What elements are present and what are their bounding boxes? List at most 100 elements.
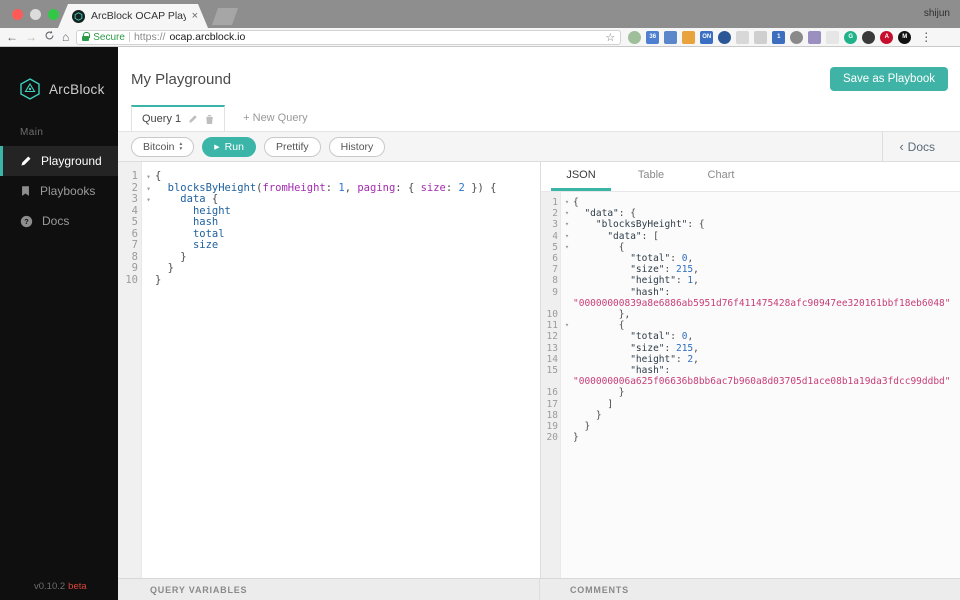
fold-arrow-icon[interactable]: ▾ [142,171,155,183]
line-number: 1 [552,197,558,208]
code-line[interactable]: 1 ▾{ [541,197,960,208]
ext-lightbulb-icon[interactable] [664,30,678,44]
question-circle-icon: ? [20,215,33,227]
ext-globe-icon[interactable] [718,30,732,44]
line-number: 6 [552,253,558,265]
fold-arrow-icon[interactable]: ▾ [561,231,573,242]
code-text: } [573,387,625,399]
ext-grammarly-icon[interactable]: G [844,30,858,44]
code-line[interactable]: 8 "height": 1, [541,275,960,286]
code-line[interactable]: 16 } [541,387,960,398]
ext-m-icon[interactable]: M [898,30,912,44]
code-line[interactable]: 9 } [118,262,540,275]
browser-tab[interactable]: ArcBlock OCAP Playground × [58,4,208,28]
ext-abp-icon[interactable]: A [880,30,894,44]
line-number: 4 [552,230,558,242]
reload-icon[interactable] [44,30,55,43]
fold-arrow-icon[interactable]: ▾ [561,208,573,219]
code-line[interactable]: 3 ▾ "blocksByHeight": { [541,219,960,230]
code-text: { [573,320,625,332]
window-minimize-button[interactable] [30,9,41,20]
sidebar-item-docs[interactable]: ? Docs [0,206,118,236]
tab-table[interactable]: Table [621,162,681,191]
svg-text:?: ? [24,217,29,226]
code-line[interactable]: 12 "total": 0, [541,331,960,342]
ext-on-icon[interactable]: ON [700,30,714,44]
code-line[interactable]: 9 "hash": [541,287,960,298]
bookmark-star-icon[interactable]: ☆ [605,31,615,44]
query-tab[interactable]: Query 1 [131,105,226,131]
browser-menu-icon[interactable]: ⋮ [920,30,932,44]
code-line[interactable]: 5 ▾ { [541,242,960,253]
forward-icon[interactable]: → [25,31,37,43]
ext-amber-icon[interactable] [682,30,696,44]
history-button[interactable]: History [328,136,386,157]
code-line[interactable]: 15 "hash": [541,365,960,376]
code-line[interactable]: 10} [118,274,540,287]
tab-chart[interactable]: Chart [691,162,751,191]
sidebar-item-playground[interactable]: Playground [0,146,118,176]
code-line[interactable]: 7 "size": 215, [541,264,960,275]
code-line[interactable]: 10 }, [541,309,960,320]
code-line[interactable]: 20} [541,432,960,443]
line-number: 2 [131,181,138,194]
code-line[interactable]: 17 ] [541,399,960,410]
comments-bar[interactable]: COMMENTS [540,579,960,600]
code-line[interactable]: 13 "size": 215, [541,343,960,354]
query-editor[interactable]: 1 ▾{2 ▾ blocksByHeight(fromHeight: 1, pagi… [118,162,540,578]
new-query-button[interactable]: + New Query [243,112,308,131]
address-bar[interactable]: Secure https:// ocap.arcblock.io ☆ [76,29,622,45]
code-line[interactable]: 8 } [118,251,540,264]
ext-calendar-36-icon[interactable]: 36 [646,30,660,44]
json-result-viewer[interactable]: 1 ▾{2 ▾ "data": {3 ▾ "blocksByHeight": {4 ▾ … [541,192,960,578]
ext-green-circle-icon[interactable] [628,30,642,44]
ext-grey-1-icon[interactable] [736,30,750,44]
docs-toggle[interactable]: ‹ Docs [891,139,947,154]
fold-arrow-icon[interactable]: ▾ [561,242,573,253]
ext-faces-icon[interactable] [754,30,768,44]
run-button[interactable]: ▶ Run [202,136,256,157]
fold-arrow-icon[interactable]: ▾ [142,183,155,195]
ext-dark-red-icon[interactable] [862,30,876,44]
sidebar-item-playbooks[interactable]: Playbooks [0,176,118,206]
code-line[interactable]: 4 ▾ "data": [ [541,231,960,242]
window-zoom-button[interactable] [48,9,59,20]
save-as-playbook-button[interactable]: Save as Playbook [829,67,948,91]
code-line[interactable]: 6 "total": 0, [541,253,960,264]
fold-arrow-icon[interactable]: ▾ [142,194,155,206]
tab-json[interactable]: JSON [551,162,611,191]
ext-faded-icon[interactable] [826,30,840,44]
ext-hand-icon[interactable] [808,30,822,44]
code-line[interactable]: 2 ▾ "data": { [541,208,960,219]
fold-arrow-icon[interactable]: ▾ [561,197,573,208]
code-text: ] [573,398,614,410]
trash-icon[interactable] [205,114,214,125]
code-line[interactable]: 11 ▾ { [541,320,960,331]
prettify-button[interactable]: Prettify [263,136,321,157]
back-icon[interactable]: ← [6,31,18,43]
tab-close-icon[interactable]: × [192,10,198,22]
code-line[interactable]: 18 } [541,410,960,421]
home-icon[interactable]: ⌂ [62,31,69,43]
code-text: { [573,197,579,208]
secure-label[interactable]: Secure [93,32,125,43]
dataset-dropdown[interactable]: Bitcoin ▴ ▾ [131,136,195,157]
new-tab-button[interactable] [212,8,238,25]
fold-arrow-icon[interactable]: ▾ [561,320,573,331]
line-number: 6 [131,227,138,240]
browser-profile-name[interactable]: shijun [924,8,950,19]
ext-blue-1-icon[interactable]: 1 [772,30,786,44]
line-number: 8 [552,275,558,287]
window-close-button[interactable] [12,9,23,20]
fold-arrow-icon[interactable]: ▾ [561,219,573,230]
code-line[interactable]: 19 } [541,421,960,432]
code-line[interactable]: "000000006a625f06636b8bb6ac7b960a8d03705… [541,376,960,387]
edit-pencil-icon[interactable] [188,114,198,124]
arcblock-brand[interactable]: ArcBlock [0,47,118,105]
ext-clock-icon[interactable] [790,30,804,44]
query-variables-bar[interactable]: QUERY VARIABLES [118,579,540,600]
code-line[interactable]: 14 "height": 2, [541,354,960,365]
code-line[interactable]: "00000000839a8e6886ab5951d76f411475428af… [541,298,960,309]
